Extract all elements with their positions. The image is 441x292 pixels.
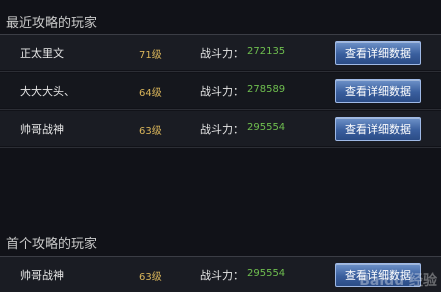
player-level: 71级: [139, 50, 162, 61]
player-level: 64级: [139, 88, 162, 99]
view-details-button[interactable]: 查看详细数据: [335, 41, 421, 65]
row-divider: [0, 109, 441, 110]
power-label: 战斗力：: [200, 85, 244, 98]
player-row: 正太里文 71级 战斗力： 272135 查看详细数据: [0, 35, 441, 70]
player-name: 正太里文: [20, 47, 64, 60]
player-name: 大大大头、: [20, 85, 75, 98]
row-divider: [0, 147, 441, 148]
player-row: 大大大头、 64级 战斗力： 278589 查看详细数据: [0, 73, 441, 108]
power-label: 战斗力：: [200, 47, 244, 60]
power-value: 295554: [247, 122, 286, 133]
baidu-watermark: Baidu 经验: [359, 273, 437, 289]
first-players-title: 首个攻略的玩家: [6, 237, 98, 252]
row-divider: [0, 71, 441, 72]
power-value: 295554: [247, 268, 286, 279]
power-value: 278589: [247, 84, 286, 95]
player-name: 帅哥战神: [20, 269, 64, 282]
power-label: 战斗力：: [200, 269, 244, 282]
player-name: 帅哥战神: [20, 123, 64, 136]
player-level: 63级: [139, 126, 162, 137]
player-level: 63级: [139, 272, 162, 283]
power-value: 272135: [247, 46, 286, 57]
view-details-button[interactable]: 查看详细数据: [335, 117, 421, 141]
player-row: 帅哥战神 63级 战斗力： 295554 查看详细数据: [0, 111, 441, 146]
recent-players-title: 最近攻略的玩家: [6, 16, 98, 31]
view-details-button[interactable]: 查看详细数据: [335, 79, 421, 103]
power-label: 战斗力：: [200, 123, 244, 136]
